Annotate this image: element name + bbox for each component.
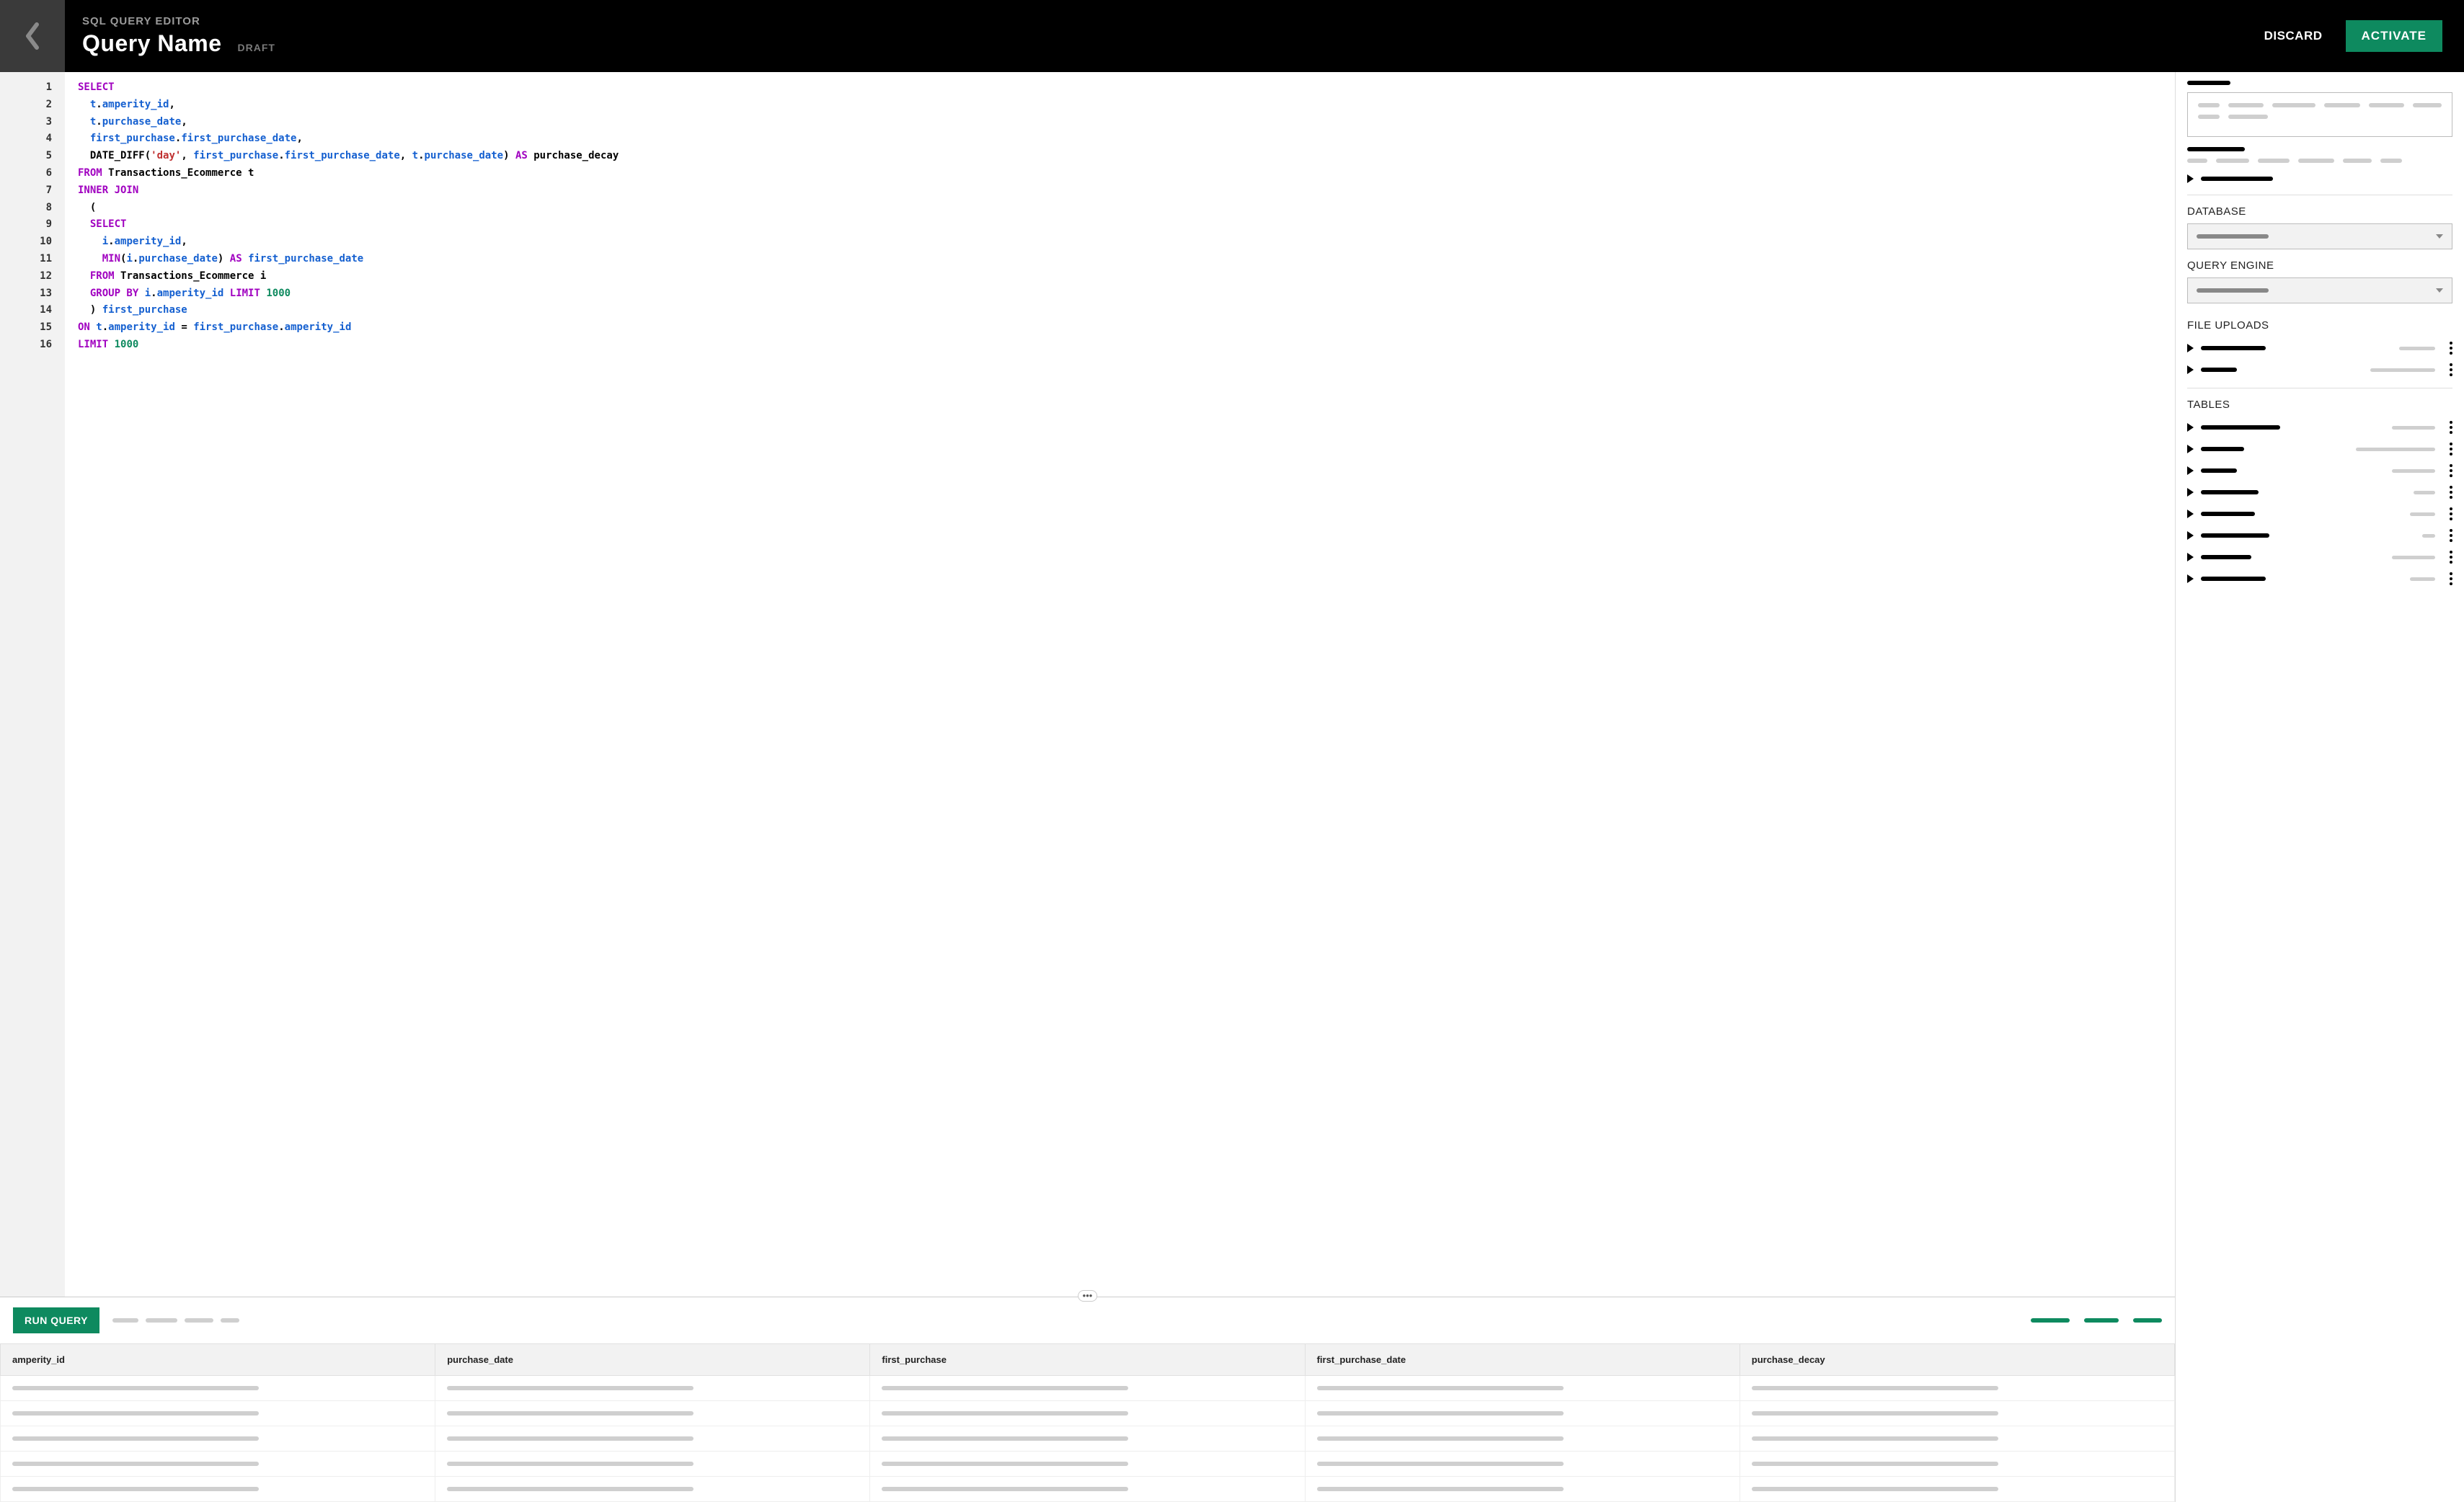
kebab-icon[interactable] bbox=[2450, 464, 2452, 477]
results-table: amperity_idpurchase_datefirst_purchasefi… bbox=[0, 1343, 2175, 1502]
sql-editor[interactable]: 12345678910111213141516 SELECT t.amperit… bbox=[0, 72, 2175, 1297]
file-upload-item[interactable] bbox=[2187, 337, 2452, 359]
results-status-placeholders bbox=[112, 1318, 239, 1323]
expand-icon bbox=[2187, 445, 2194, 453]
discard-button[interactable]: DISCARD bbox=[2256, 22, 2331, 50]
table-row bbox=[1, 1477, 2175, 1502]
table-item[interactable] bbox=[2187, 481, 2452, 503]
database-select[interactable] bbox=[2187, 223, 2452, 249]
kebab-icon[interactable] bbox=[2450, 342, 2452, 355]
back-button[interactable] bbox=[0, 0, 65, 72]
table-item[interactable] bbox=[2187, 546, 2452, 568]
table-row bbox=[1, 1376, 2175, 1401]
table-row bbox=[1, 1426, 2175, 1452]
table-row bbox=[1, 1452, 2175, 1477]
kebab-icon[interactable] bbox=[2450, 529, 2452, 542]
expand-icon bbox=[2187, 531, 2194, 540]
table-item[interactable] bbox=[2187, 503, 2452, 525]
table-item[interactable] bbox=[2187, 525, 2452, 546]
side-panel: DATABASE QUERY ENGINE FILE UPLOADS TABLE… bbox=[2176, 72, 2464, 1502]
column-header[interactable]: first_purchase_date bbox=[1305, 1344, 1740, 1376]
run-query-button[interactable]: RUN QUERY bbox=[13, 1307, 99, 1333]
side-meta-placeholders bbox=[2187, 159, 2452, 163]
side-subtitle-placeholder bbox=[2187, 147, 2245, 151]
file-uploads-label: FILE UPLOADS bbox=[2187, 319, 2452, 332]
table-item[interactable] bbox=[2187, 438, 2452, 460]
kebab-icon[interactable] bbox=[2450, 572, 2452, 585]
side-title-placeholder bbox=[2187, 81, 2230, 85]
database-label: DATABASE bbox=[2187, 205, 2452, 218]
column-header[interactable]: purchase_date bbox=[435, 1344, 870, 1376]
expand-icon bbox=[2187, 423, 2194, 432]
table-item[interactable] bbox=[2187, 460, 2452, 481]
column-header[interactable]: purchase_decay bbox=[1740, 1344, 2174, 1376]
split-handle[interactable]: ••• bbox=[1078, 1290, 1098, 1302]
activate-button[interactable]: ACTIVATE bbox=[2346, 20, 2442, 52]
page-title: Query Name bbox=[82, 30, 222, 57]
side-expandable-placeholder[interactable] bbox=[2187, 170, 2452, 187]
expand-icon bbox=[2187, 365, 2194, 374]
breadcrumb: SQL QUERY EDITOR bbox=[82, 15, 2256, 27]
table-row bbox=[1, 1401, 2175, 1426]
results-actions-placeholders bbox=[2031, 1318, 2162, 1323]
chevron-down-icon bbox=[2436, 234, 2443, 239]
side-info-box bbox=[2187, 92, 2452, 137]
kebab-icon[interactable] bbox=[2450, 363, 2452, 376]
code-area[interactable]: SELECT t.amperity_id, t.purchase_date, f… bbox=[65, 72, 2175, 1297]
expand-icon bbox=[2187, 466, 2194, 475]
results-panel: RUN QUERY amperity_idpurchase_datefir bbox=[0, 1297, 2175, 1502]
file-upload-item[interactable] bbox=[2187, 359, 2452, 381]
status-badge: DRAFT bbox=[238, 42, 275, 53]
tables-label: TABLES bbox=[2187, 399, 2452, 411]
kebab-icon[interactable] bbox=[2450, 507, 2452, 520]
table-item[interactable] bbox=[2187, 568, 2452, 590]
query-engine-select[interactable] bbox=[2187, 277, 2452, 303]
chevron-left-icon bbox=[23, 22, 42, 50]
expand-icon bbox=[2187, 344, 2194, 352]
query-engine-label: QUERY ENGINE bbox=[2187, 259, 2452, 272]
kebab-icon[interactable] bbox=[2450, 443, 2452, 456]
expand-icon bbox=[2187, 553, 2194, 561]
table-item[interactable] bbox=[2187, 417, 2452, 438]
kebab-icon[interactable] bbox=[2450, 421, 2452, 434]
line-number-gutter: 12345678910111213141516 bbox=[0, 72, 65, 1297]
kebab-icon[interactable] bbox=[2450, 551, 2452, 564]
column-header[interactable]: amperity_id bbox=[1, 1344, 435, 1376]
column-header[interactable]: first_purchase bbox=[870, 1344, 1305, 1376]
expand-icon bbox=[2187, 174, 2194, 183]
expand-icon bbox=[2187, 510, 2194, 518]
kebab-icon[interactable] bbox=[2450, 486, 2452, 499]
chevron-down-icon bbox=[2436, 288, 2443, 293]
top-bar: SQL QUERY EDITOR Query Name DRAFT DISCAR… bbox=[0, 0, 2464, 72]
expand-icon bbox=[2187, 488, 2194, 497]
expand-icon bbox=[2187, 574, 2194, 583]
